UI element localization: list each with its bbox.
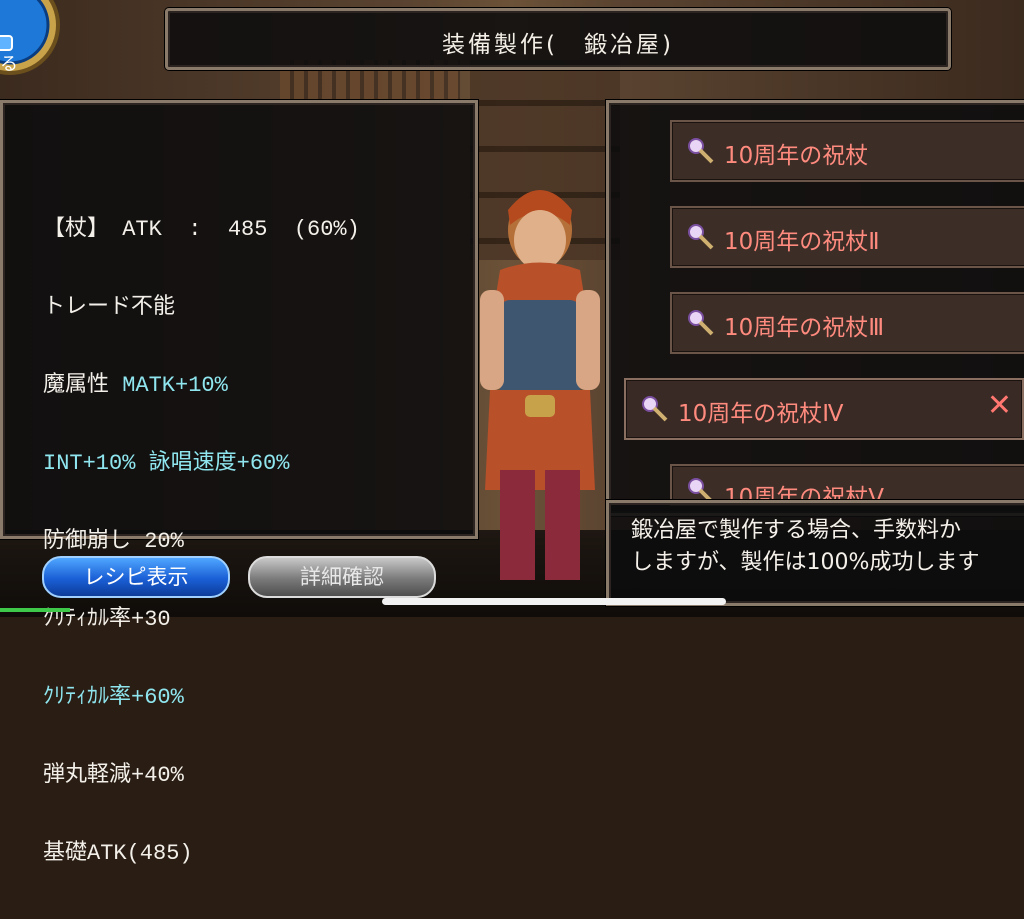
recipe-item-selected[interactable]: 10周年の祝杖Ⅳ ✕ [624,378,1024,440]
item-stats: 【杖】 ATK : 485 (60%) トレード不能 魔属性 MATK+10% … [43,165,360,919]
page-title: 装備製作( 鍛冶屋) [442,32,674,58]
message-box: 鍛冶屋で製作する場合、手数料か しますが、製作は100%成功します [606,500,1024,606]
stat-line: ｸﾘﾃｨｶﾙ率+60% [43,685,184,710]
detail-check-button[interactable]: 詳細確認 [248,556,436,598]
recipe-label: 10周年の祝杖Ⅱ [724,229,880,255]
stat-line: 防御崩し 20% [43,529,184,554]
message-line: しますが、製作は100%成功します [631,550,980,575]
recipe-label: 10周年の祝杖 [724,143,869,169]
title-bar: 装備製作( 鍛冶屋) [165,8,951,70]
progress-indicator [0,608,70,612]
stat-line: ｸﾘﾃｨｶﾙ率+30 [43,607,171,632]
staff-icon [688,138,714,164]
staff-icon [688,310,714,336]
recipe-item[interactable]: 10周年の祝杖Ⅲ [670,292,1024,354]
staff-icon [688,224,714,250]
stat-line: INT+10% 詠唱速度+60% [43,451,290,476]
stat-text: 魔属性 [43,373,123,398]
stat-line: 基礎ATK(485) [43,841,193,866]
back-button[interactable]: る [0,0,70,90]
recipe-view-button[interactable]: レシピ表示 [42,556,230,598]
stat-line: 魔属性 MATK+10% [43,373,360,399]
item-info-panel: 【杖】 ATK : 485 (60%) トレード不能 魔属性 MATK+10% … [0,100,478,866]
close-icon[interactable]: ✕ [987,391,1012,421]
stat-line: トレード不能 [43,295,176,320]
staff-icon [642,396,668,422]
recipe-label: 10周年の祝杖Ⅳ [678,401,844,427]
home-indicator[interactable] [382,598,726,605]
recipe-item[interactable]: 10周年の祝杖Ⅱ [670,206,1024,268]
recipe-label: 10周年の祝杖Ⅲ [724,315,885,341]
back-button-label: る [0,54,18,75]
recipe-item[interactable]: 10周年の祝杖 [670,120,1024,182]
character-sprite [480,190,600,580]
stat-line: 弾丸軽減+40% [43,763,184,788]
message-text: 鍛冶屋で製作する場合、手数料か しますが、製作は100%成功します [631,515,979,579]
stat-line: 【杖】 ATK : 485 (60%) [43,217,360,242]
stat-bonus: MATK+10% [122,373,228,398]
message-line: 鍛冶屋で製作する場合、手数料か [631,518,962,543]
